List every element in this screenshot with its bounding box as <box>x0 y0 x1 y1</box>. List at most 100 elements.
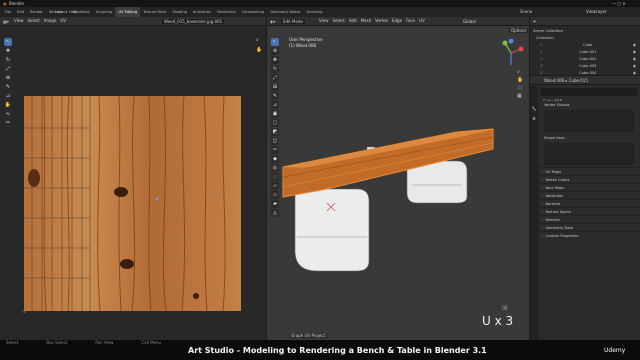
options-button[interactable]: Options <box>509 28 529 33</box>
panel-vertex-groups[interactable]: Vertex Groups <box>541 101 637 132</box>
section-chevron-icon: › <box>542 209 544 214</box>
properties-editor[interactable]: Wood.008 ▸ Cube.015 🔧 ▲ Cube.015 Vertex … <box>530 76 640 340</box>
section-face-maps[interactable]: › Face Maps <box>538 183 640 191</box>
workspace-tab-layout[interactable]: Layout <box>52 7 70 17</box>
grab-icon[interactable]: ✋ <box>4 101 12 109</box>
outliner-item[interactable]: ▽ Cube ◉ <box>530 41 640 48</box>
scale-icon[interactable]: ⤢ <box>271 74 279 82</box>
hand-icon[interactable]: ✋ <box>256 47 262 53</box>
visibility-eye-icon[interactable]: ◉ <box>633 64 636 68</box>
mesh-data-icon[interactable]: ▲ <box>530 115 538 120</box>
workspace-tab-modeling[interactable]: Modeling <box>70 7 92 17</box>
mesh-name-field[interactable]: Cube.015 <box>540 88 638 104</box>
zoom-icon[interactable]: ⌕ <box>517 69 520 75</box>
workspace-tab-rendering[interactable]: Rendering <box>214 7 238 17</box>
section-vertex-colors[interactable]: › Vertex Colors <box>538 175 640 183</box>
operator-status[interactable]: Graph UV Project <box>289 333 328 338</box>
section-uv-maps[interactable]: › UV Maps <box>538 167 640 175</box>
select-box-icon[interactable]: ↖ <box>271 38 279 46</box>
transform-icon[interactable]: ⊕ <box>4 74 12 82</box>
workspace-tab-texture-paint[interactable]: Texture Paint <box>140 7 169 17</box>
transform-icon[interactable]: ⊞ <box>271 83 279 91</box>
viewport-menu-vertex[interactable]: Vertex <box>375 18 388 23</box>
viewport-menu-select[interactable]: Select <box>333 18 345 23</box>
workspace-tab-uv-editing[interactable]: UV Editing <box>115 7 141 17</box>
annotate-icon[interactable]: ✎ <box>4 83 12 91</box>
workspace-tab-sculpting[interactable]: Sculpting <box>93 7 116 17</box>
rotate-icon[interactable]: ↻ <box>271 65 279 73</box>
relax-icon[interactable]: ≈ <box>4 110 12 118</box>
image-name-field[interactable]: Wood_015_basecolor.jpg.001 <box>162 19 225 24</box>
outliner-item[interactable]: ▽ Cube.002 ◉ <box>530 55 640 62</box>
panel-list[interactable] <box>544 110 634 132</box>
section-texture-space[interactable]: › Texture Space <box>538 207 640 215</box>
uv-editor-type-icon[interactable]: ▦▾ <box>3 19 9 24</box>
scene-selector[interactable]: Scene <box>520 9 532 14</box>
move-icon[interactable]: ✥ <box>4 47 12 55</box>
pinch-icon[interactable]: ✂ <box>4 119 12 127</box>
menu-render[interactable]: Render <box>27 7 46 17</box>
extrude-icon[interactable]: ▣ <box>271 110 279 118</box>
3d-viewport[interactable]: ◈▾ Edit Mode View Select Add Mesh Vertex Edge… <box>267 17 529 340</box>
viewport-menu-face[interactable]: Face <box>406 18 415 23</box>
workspace-tab-geometry-nodes[interactable]: Geometry Nodes <box>267 7 303 17</box>
panel-header[interactable]: Shape Keys <box>541 134 637 141</box>
camera-icon[interactable]: 🎥 <box>517 85 523 91</box>
visibility-eye-icon[interactable]: ◉ <box>633 71 636 75</box>
uv-menu-image[interactable]: Image <box>44 18 57 23</box>
scene-collection-row[interactable]: Scene Collection <box>530 27 640 34</box>
visibility-eye-icon[interactable]: ◉ <box>633 50 636 54</box>
viewport-header-menus: View Select Add Mesh Vertex Edge Face UV <box>319 18 425 23</box>
section-remesh[interactable]: › Remesh <box>538 215 640 223</box>
cursor-icon[interactable]: ↖ <box>4 38 12 46</box>
measure-icon[interactable]: ⊿ <box>4 92 12 100</box>
panel-header[interactable]: Vertex Groups <box>541 101 637 108</box>
transform-orientation[interactable]: Global <box>463 19 476 24</box>
workspace-tab-shading[interactable]: Shading <box>169 7 190 17</box>
outliner[interactable]: ⏷ Scene Collection Collection ▽ Cube ◉ ▽ Cub… <box>530 17 640 75</box>
funnel-icon[interactable]: ⏷ <box>533 19 536 24</box>
workspace-tab-animation[interactable]: Animation <box>190 7 214 17</box>
panel-list[interactable] <box>544 143 634 165</box>
uv-editor[interactable]: ▦▾ View Select Image UV Wood_015_basecolor.… <box>0 17 266 340</box>
section-normals[interactable]: › Normals <box>538 199 640 207</box>
grid-icon[interactable]: ▦ <box>517 93 522 99</box>
scale-icon[interactable]: ⤢ <box>4 65 12 73</box>
measure-icon[interactable]: ⊿ <box>271 101 279 109</box>
outliner-item[interactable]: ▽ Cube.003 ◉ <box>530 62 640 69</box>
uv-menu-select[interactable]: Select <box>28 18 40 23</box>
inset-icon[interactable]: ▢ <box>271 119 279 127</box>
workspace-tab-scripting[interactable]: Scripting <box>303 7 325 17</box>
viewport-menu-view[interactable]: View <box>319 18 329 23</box>
viewport-menu-edge[interactable]: Edge <box>392 18 402 23</box>
menu-file[interactable]: File <box>2 7 14 17</box>
section-custom-properties[interactable]: › Custom Properties <box>538 231 640 239</box>
uv-menu-uv[interactable]: UV <box>60 18 66 23</box>
rotate-icon[interactable]: ↻ <box>4 56 12 64</box>
workspace-tab-compositing[interactable]: Compositing <box>239 7 268 17</box>
section-geometry-data[interactable]: › Geometry Data <box>538 223 640 231</box>
gizmo-icon[interactable] <box>497 39 525 67</box>
uv-menu-view[interactable]: View <box>14 18 24 23</box>
window-controls[interactable]: — ▢ ✕ <box>612 1 626 6</box>
outliner-item[interactable]: ▽ Cube.004 ◉ <box>530 69 640 76</box>
viewport-menu-mesh[interactable]: Mesh <box>361 18 372 23</box>
mode-selector[interactable]: Edit Mode <box>281 19 305 24</box>
viewport-type-icon[interactable]: ◈▾ <box>270 19 275 24</box>
section-attributes[interactable]: › Attributes <box>538 191 640 199</box>
outliner-item[interactable]: ▽ Cube.001 ◉ <box>530 48 640 55</box>
view-layer-selector[interactable]: ViewLayer <box>586 9 607 14</box>
move-icon[interactable]: ✥ <box>271 56 279 64</box>
hand-icon[interactable]: ✋ <box>517 77 523 83</box>
visibility-eye-icon[interactable]: ◉ <box>633 57 636 61</box>
viewport-menu-uv[interactable]: UV <box>419 18 425 23</box>
cursor-icon[interactable]: ⊕ <box>271 47 279 55</box>
visibility-eye-icon[interactable]: ◉ <box>633 43 636 47</box>
collection-row[interactable]: Collection <box>530 34 640 41</box>
zoom-icon[interactable]: ⌕ <box>256 37 259 43</box>
annotate-icon[interactable]: ✎ <box>271 92 279 100</box>
viewport-menu-add[interactable]: Add <box>349 18 357 23</box>
panel-shape-keys[interactable]: Shape Keys <box>541 134 637 165</box>
wrench-icon[interactable]: 🔧 <box>530 106 538 111</box>
menu-edit[interactable]: Edit <box>14 7 27 17</box>
